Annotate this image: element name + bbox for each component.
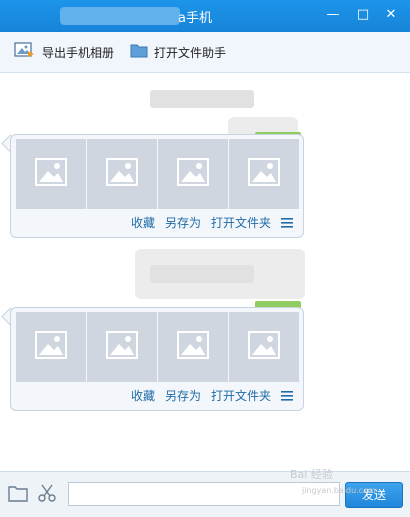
minimize-button[interactable]: —: [324, 6, 342, 24]
image-thumbnail[interactable]: [229, 139, 299, 209]
image-thumbnail[interactable]: [158, 312, 228, 382]
scissors-icon[interactable]: [38, 484, 56, 506]
collect-link[interactable]: 收藏: [131, 387, 155, 404]
open-folder-link[interactable]: 打开文件夹: [211, 214, 271, 231]
message-actions: 收藏 另存为 打开文件夹: [121, 386, 293, 404]
image-placeholder-icon: [177, 331, 209, 363]
export-photo-icon: [14, 41, 42, 63]
image-thumbnail[interactable]: [87, 312, 157, 382]
image-message-bubble: 收藏 另存为 打开文件夹: [10, 307, 304, 411]
toolbar: 导出手机相册 打开文件助手: [0, 32, 410, 73]
image-thumbnail[interactable]: [16, 312, 86, 382]
export-album-label: 导出手机相册: [42, 45, 115, 60]
export-album-button[interactable]: 导出手机相册: [14, 40, 114, 64]
image-placeholder-icon: [35, 331, 67, 363]
image-placeholder-icon: [35, 158, 67, 190]
open-file-assistant-button[interactable]: 打开文件助手: [130, 40, 226, 64]
close-button[interactable]: ✕: [382, 6, 400, 24]
open-folder-link[interactable]: 打开文件夹: [211, 387, 271, 404]
image-thumbnail[interactable]: [158, 139, 228, 209]
message-input[interactable]: [68, 482, 340, 506]
image-thumbnails: [16, 139, 300, 209]
chat-area: 收藏 另存为 打开文件夹 收藏 另存为 打开文件夹: [0, 73, 410, 471]
window-title: a手机: [178, 11, 212, 26]
collect-link[interactable]: 收藏: [131, 214, 155, 231]
image-placeholder-icon: [248, 158, 280, 190]
watermark-url: jingyan.baidu.com: [302, 486, 376, 495]
open-file-assistant-label: 打开文件助手: [154, 45, 227, 60]
image-thumbnail[interactable]: [16, 139, 86, 209]
folder-icon[interactable]: [8, 484, 28, 506]
title-blurred-region: [60, 7, 180, 25]
message-actions: 收藏 另存为 打开文件夹: [121, 213, 293, 231]
title-bar: a手机 — □ ✕: [0, 0, 410, 32]
save-as-link[interactable]: 另存为: [165, 214, 201, 231]
image-message-bubble: 收藏 另存为 打开文件夹: [10, 134, 304, 238]
sender-name-blurred: [150, 265, 254, 283]
image-thumbnails: [16, 312, 300, 382]
sender-name-blurred: [150, 90, 254, 108]
save-as-link[interactable]: 另存为: [165, 387, 201, 404]
folder-icon: [130, 42, 154, 62]
menu-icon[interactable]: [281, 213, 293, 232]
image-placeholder-icon: [248, 331, 280, 363]
image-placeholder-icon: [106, 158, 138, 190]
image-thumbnail[interactable]: [229, 312, 299, 382]
menu-icon[interactable]: [281, 386, 293, 405]
watermark: Bai 经验: [290, 468, 333, 481]
image-placeholder-icon: [177, 158, 209, 190]
image-thumbnail[interactable]: [87, 139, 157, 209]
image-placeholder-icon: [106, 331, 138, 363]
maximize-button[interactable]: □: [354, 6, 372, 24]
